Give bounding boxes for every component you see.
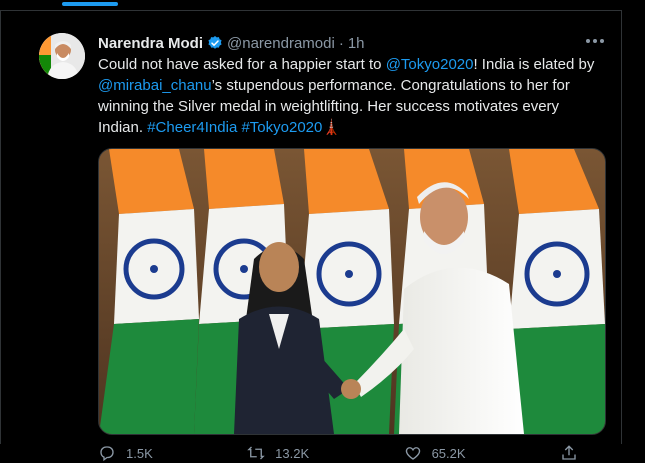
tweet-text: Could not have asked for a happier start… [98, 54, 608, 138]
reply-button[interactable]: 1.5K [98, 443, 153, 463]
retweet-count: 13.2K [275, 445, 310, 461]
avatar-image [39, 33, 85, 79]
tweet-header: Narendra Modi @narendramodi · 1h [98, 33, 365, 53]
share-icon [562, 445, 576, 460]
mention-link[interactable]: @Tokyo2020 [386, 56, 474, 73]
retweet-icon [247, 446, 265, 460]
tweet-actions: 1.5K 13.2K 65.2K [98, 443, 578, 463]
verified-badge-icon [208, 36, 222, 49]
tweet-card[interactable]: Narendra Modi @narendramodi · 1h Could n… [0, 10, 622, 462]
tab-active-indicator [62, 2, 118, 6]
retweet-button[interactable]: 13.2K [247, 443, 309, 463]
like-icon [405, 447, 420, 460]
reply-icon [100, 446, 114, 462]
author-handle[interactable]: @narendramodi [227, 35, 335, 52]
like-count: 65.2K [431, 445, 466, 461]
tweet-text-part: Could not have asked for a happier start… [98, 56, 386, 73]
like-button[interactable]: 65.2K [404, 443, 466, 463]
reply-count: 1.5K [126, 445, 153, 461]
hashtag-link[interactable]: #Tokyo2020 [241, 119, 322, 136]
tweet-photo[interactable] [98, 148, 606, 435]
tower-emoji: 🗼 [322, 119, 342, 136]
tweet-text-part: ! India is elated by [473, 56, 595, 73]
photo-image [99, 149, 605, 434]
avatar[interactable] [39, 33, 85, 79]
share-button[interactable] [560, 443, 578, 463]
more-icon[interactable] [584, 33, 606, 53]
hashtag-link[interactable]: #Cheer4India [147, 119, 237, 136]
mention-link[interactable]: @mirabai_chanu [98, 77, 212, 94]
separator-dot: · [338, 34, 344, 52]
author-name[interactable]: Narendra Modi [98, 35, 203, 52]
tweet-timestamp[interactable]: 1h [348, 35, 365, 52]
